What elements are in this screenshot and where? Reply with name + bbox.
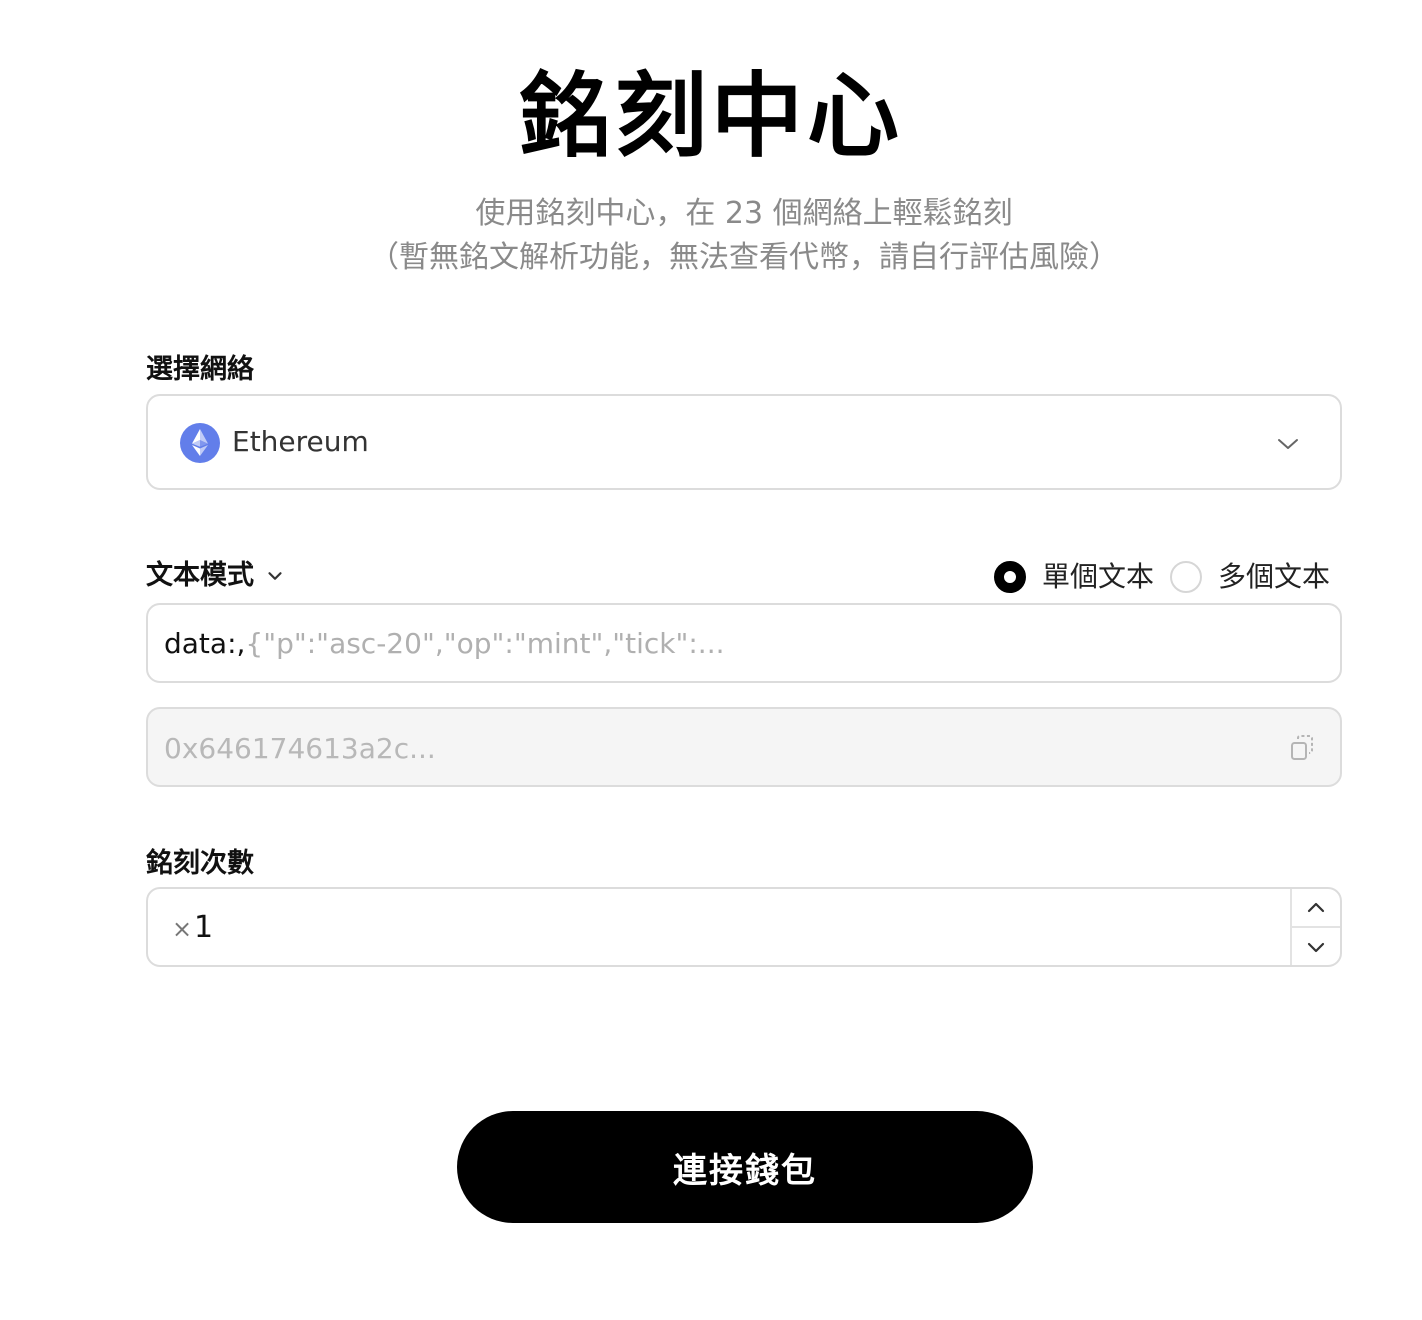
text-mode-label: 文本模式 <box>146 560 254 591</box>
network-select[interactable]: Ethereum <box>146 394 1342 490</box>
radio-label: 多個文本 <box>1217 560 1330 593</box>
text-mode-dropdown[interactable]: 文本模式 <box>146 558 286 594</box>
radio-checked-icon <box>993 561 1026 593</box>
multiply-icon: × <box>172 915 193 943</box>
mint-count-label: 銘刻次數 <box>146 848 254 879</box>
text-count-radio-group: 單個文本 多個文本 <box>993 558 1330 596</box>
ethereum-icon <box>180 423 220 463</box>
decrement-button[interactable] <box>1292 928 1340 965</box>
chevron-up-icon <box>1307 902 1325 912</box>
radio-multiple-text[interactable]: 多個文本 <box>1169 558 1330 596</box>
inscription-data-input[interactable]: data:,{"p":"asc-20","op":"mint","tick":.… <box>146 603 1342 683</box>
radio-single-text[interactable]: 單個文本 <box>993 558 1154 596</box>
mint-count-value: 1 <box>194 910 214 945</box>
hex-placeholder: 0x646174613a2c... <box>164 732 436 765</box>
network-label: 選擇網絡 <box>146 354 254 385</box>
hex-data-field: 0x646174613a2c... <box>146 707 1342 787</box>
quantity-stepper <box>1290 889 1340 965</box>
connect-wallet-button[interactable]: 連接錢包 <box>457 1111 1033 1223</box>
radio-label: 單個文本 <box>1041 560 1154 593</box>
radio-unchecked-icon <box>1169 561 1202 593</box>
increment-button[interactable] <box>1292 889 1340 928</box>
copy-icon[interactable] <box>1288 733 1318 763</box>
chevron-down-icon <box>268 572 282 580</box>
risk-notice: （暫無銘文解析功能，無法查看代幣，請自行評估風險） <box>369 240 1119 275</box>
page-subtitle: 使用銘刻中心，在 23 個網絡上輕鬆銘刻 <box>475 196 1013 231</box>
mint-count-input[interactable]: × 1 <box>146 887 1342 967</box>
data-placeholder: {"p":"asc-20","op":"mint","tick":... <box>245 627 725 660</box>
chevron-down-icon <box>1278 439 1298 449</box>
selected-network: Ethereum <box>232 425 369 458</box>
page-title: 銘刻中心 <box>518 63 903 170</box>
chevron-down-icon <box>1307 942 1325 952</box>
data-prefix: data:, <box>164 627 246 660</box>
